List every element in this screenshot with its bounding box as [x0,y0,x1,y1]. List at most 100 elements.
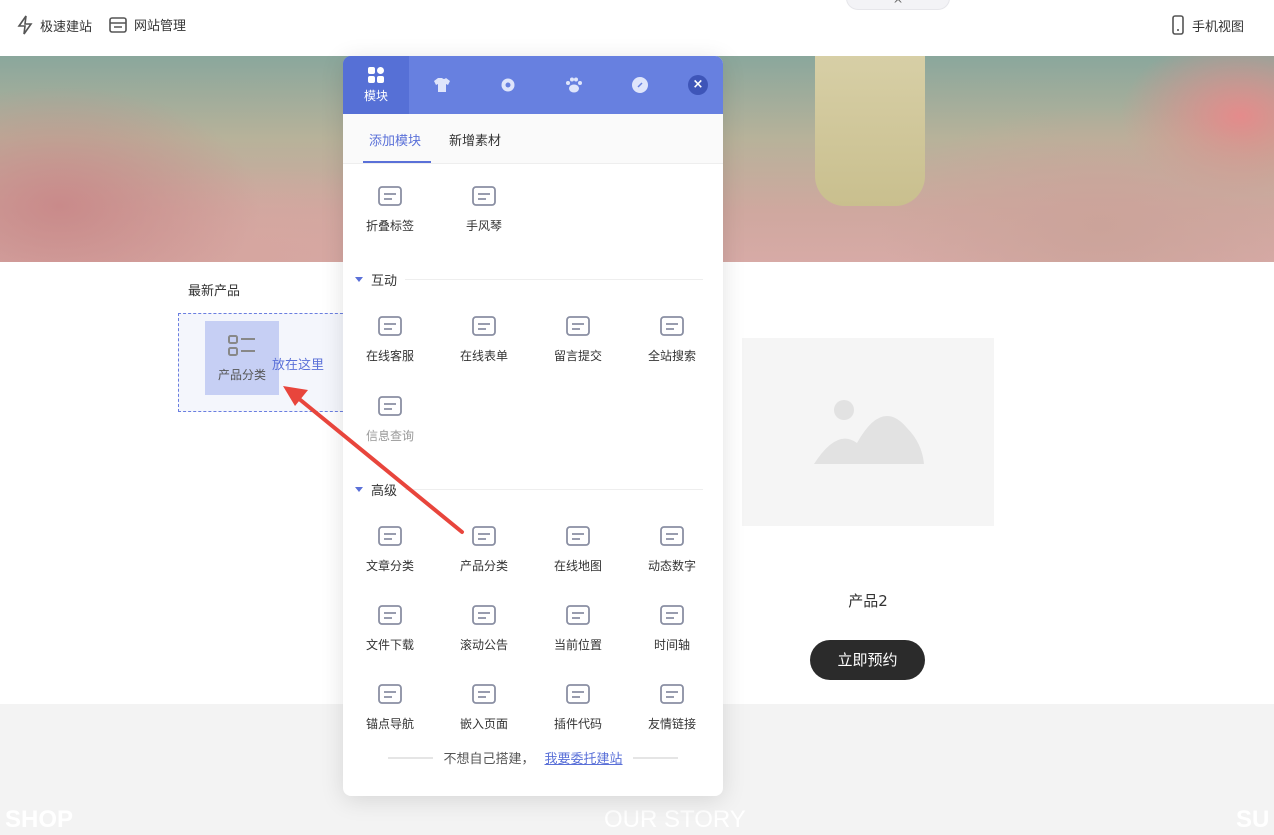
module-icon [378,186,402,206]
tab-plugins[interactable] [541,56,607,114]
module-icon [566,605,590,625]
shirt-icon [434,78,450,92]
section-title: 互动 [371,274,398,289]
module-icon [660,605,684,625]
paw-icon [566,77,582,93]
footer-link-su[interactable]: SU [1236,806,1269,834]
module-icon [566,316,590,336]
module-item[interactable]: 文章分类 [343,523,437,574]
module-icon [378,316,402,336]
module-label: 文章分类 [365,559,414,573]
delegate-build-link[interactable]: 我要委托建站 [545,748,623,767]
module-label: 滚动公告 [459,638,508,652]
module-label: 友情链接 [647,717,696,731]
module-icon [378,526,402,546]
module-icon [566,684,590,704]
module-label: 在线表单 [459,349,508,363]
module-label: 手风琴 [465,219,502,233]
footer-text: 不想自己搭建， [443,752,535,767]
module-label: 在线地图 [553,559,602,573]
module-item[interactable]: 折叠标签 [343,183,437,234]
module-icon [472,526,496,546]
module-item[interactable]: 动态数字 [625,523,719,574]
dragging-module[interactable]: 产品分类 [205,321,279,395]
module-label: 文件下载 [365,638,414,652]
module-icon [378,605,402,625]
image-placeholder-icon [814,400,924,464]
tab-theme[interactable] [409,56,475,114]
divider [405,279,703,280]
product-image-placeholder[interactable] [742,338,994,526]
module-icon [660,684,684,704]
module-item[interactable]: 全站搜索 [625,313,719,364]
module-icon [660,316,684,336]
section-title: 最新产品 [188,284,241,299]
module-item[interactable]: 滚动公告 [437,602,531,653]
module-item[interactable]: 友情链接 [625,681,719,732]
category-list-icon [228,334,255,356]
module-icon [566,526,590,546]
module-item[interactable]: 时间轴 [625,602,719,653]
module-icon [472,186,496,206]
module-item[interactable]: 在线地图 [531,523,625,574]
module-item[interactable]: 当前位置 [531,602,625,653]
divider [632,756,678,759]
lightning-icon [17,15,33,35]
module-label: 插件代码 [553,717,602,731]
grid-icon [368,67,384,83]
module-label: 动态数字 [647,559,696,573]
quick-build-button[interactable]: 极速建站 [16,15,92,35]
collapse-triangle-icon [355,487,363,492]
close-panel-button[interactable]: × [688,75,708,95]
gear-icon [501,78,515,92]
module-icon [472,605,496,625]
module-item[interactable]: 插件代码 [531,681,625,732]
module-item[interactable]: 产品分类 [437,523,531,574]
tab-settings[interactable] [475,56,541,114]
module-item[interactable]: 锚点导航 [343,681,437,732]
tab-modules[interactable]: 模块 [343,56,409,114]
section-header[interactable]: 高级 [355,480,703,499]
module-item[interactable]: 手风琴 [437,183,531,234]
book-now-button[interactable]: 立即预约 [810,640,925,680]
module-label: 留言提交 [553,349,602,363]
module-label: 锚点导航 [365,717,414,731]
collapse-toggle[interactable]: ^ [846,0,950,11]
mobile-view-button[interactable]: 手机视图 [1170,15,1244,35]
module-label: 全站搜索 [647,349,696,363]
section-title: 高级 [371,484,398,499]
tab-links[interactable] [607,56,673,114]
panel-header: 模块 × [343,56,723,114]
module-icon [472,316,496,336]
card-icon [109,16,127,33]
module-item[interactable]: 在线客服 [343,313,437,364]
module-label: 信息查询 [365,429,414,443]
module-item[interactable]: 在线表单 [437,313,531,364]
mobile-view-label: 手机视图 [1192,19,1245,35]
footer-link-our-story[interactable]: OUR STORY [604,806,746,834]
dragging-module-label: 产品分类 [217,367,266,382]
tab-modules-label: 模块 [363,89,388,103]
active-subtab-underline [363,161,431,163]
subtab-add-module[interactable]: 添加模块 [369,130,421,149]
module-item[interactable]: 文件下载 [343,602,437,653]
subtab-new-asset[interactable]: 新增素材 [449,130,501,149]
module-label: 折叠标签 [365,219,414,233]
module-item[interactable]: 信息查询 [343,393,437,444]
section-header[interactable]: 互动 [355,270,703,289]
link-icon [632,77,648,93]
footer-link-shop[interactable]: SHOP [5,806,73,834]
site-manage-label: 网站管理 [134,19,187,34]
module-icon [378,396,402,416]
divider [405,489,703,490]
module-icon [472,684,496,704]
module-item[interactable]: 嵌入页面 [437,681,531,732]
site-manage-button[interactable]: 网站管理 [108,15,186,34]
module-label: 嵌入页面 [459,717,508,731]
drop-hint: 放在这里 [272,358,325,373]
module-label: 产品分类 [459,559,508,573]
module-label: 当前位置 [553,638,602,652]
module-label: 时间轴 [653,638,690,652]
panel-subtabs: 添加模块 新增素材 [343,114,723,164]
module-item[interactable]: 留言提交 [531,313,625,364]
